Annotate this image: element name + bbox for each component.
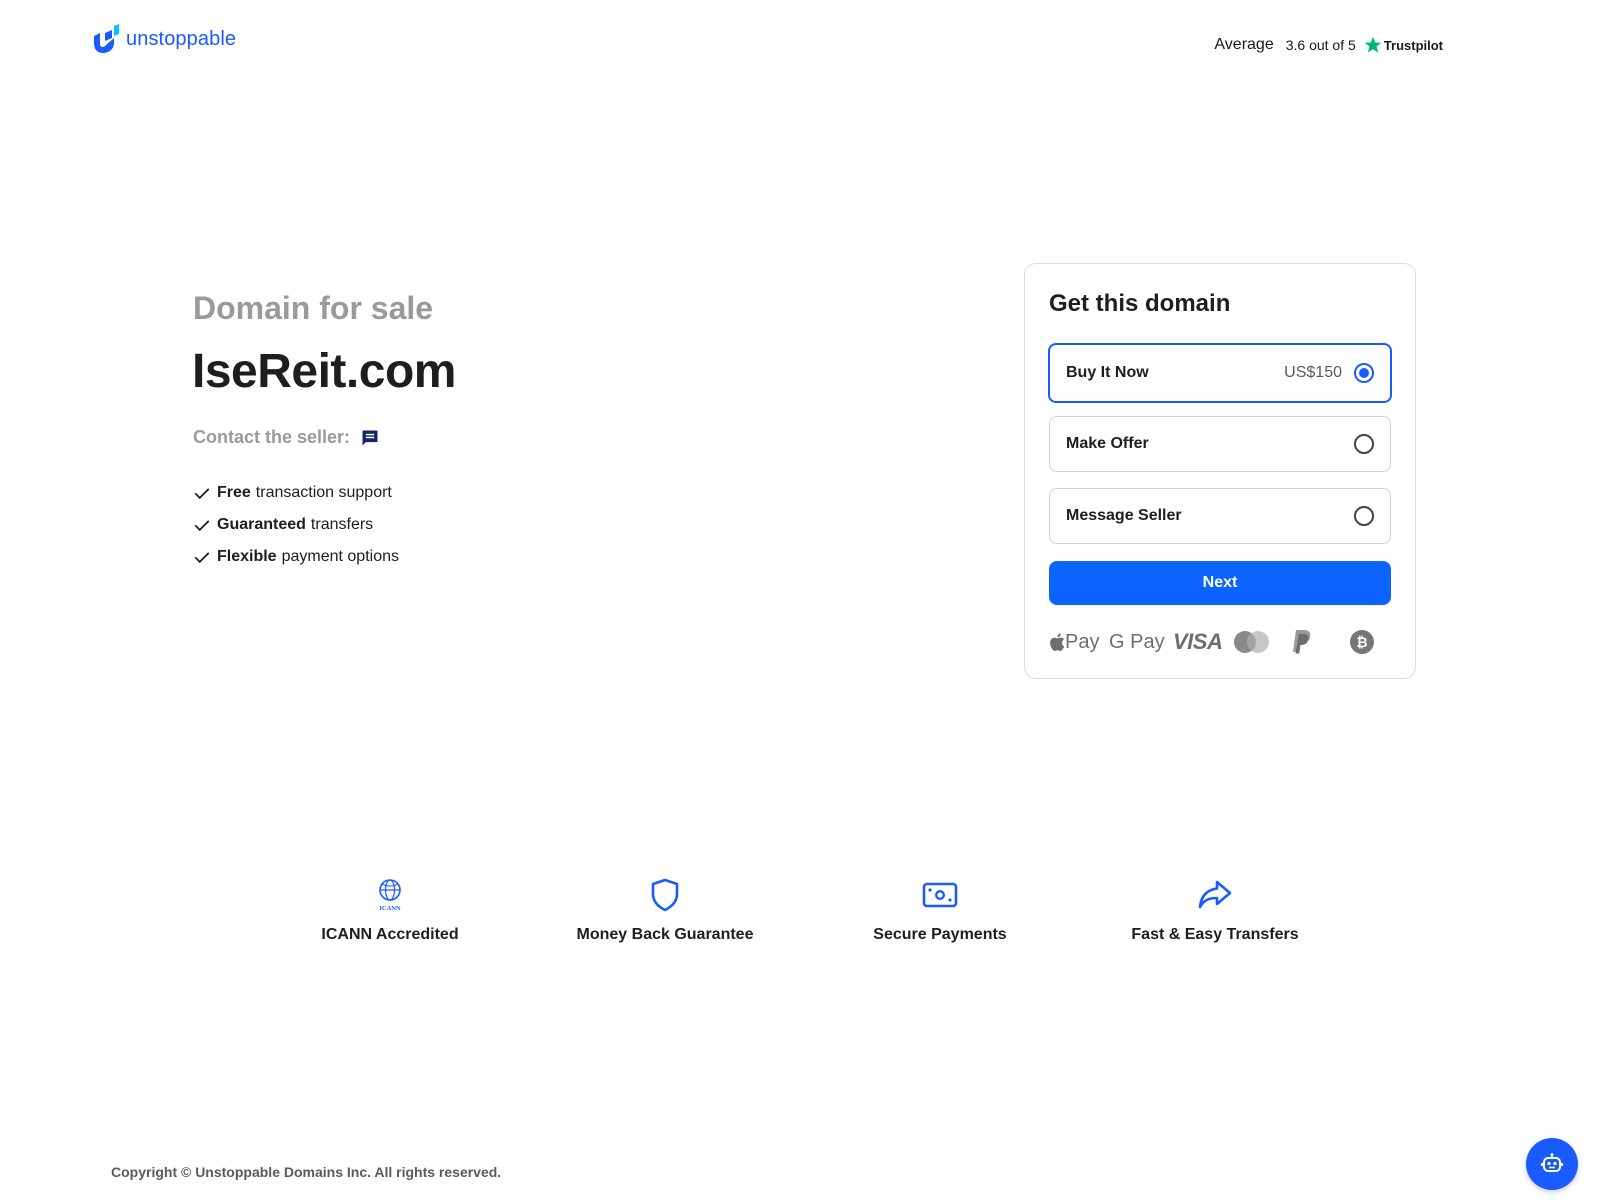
feature-text: transfers	[310, 516, 374, 533]
shield-icon	[650, 878, 680, 912]
payment-methods: Pay G Pay VISA ₿	[1049, 627, 1379, 657]
visa-text: VISA	[1173, 629, 1223, 654]
bitcoin-icon: ₿	[1349, 629, 1379, 655]
trust-icann: ICANN ICANN Accredited	[260, 878, 520, 944]
icann-icon: ICANN	[373, 878, 407, 912]
card-title: Get this domain	[1049, 290, 1231, 317]
cash-icon	[922, 878, 958, 912]
trust-money-back: Money Back Guarantee	[535, 878, 795, 944]
feature-bold: Guaranteed	[217, 516, 306, 533]
share-arrow-icon	[1197, 878, 1233, 912]
chat-icon[interactable]	[360, 428, 380, 448]
paypal-icon	[1291, 629, 1349, 655]
radio-button[interactable]	[1354, 506, 1374, 526]
option-make-offer[interactable]: Make Offer	[1049, 416, 1391, 472]
feature-bold: Flexible	[217, 548, 277, 565]
check-icon	[194, 520, 210, 532]
trustpilot-star-icon	[1364, 36, 1382, 53]
copyright: Copyright © Unstoppable Domains Inc. All…	[111, 1164, 502, 1180]
trust-label: Secure Payments	[873, 926, 1007, 943]
mastercard-icon	[1233, 630, 1291, 654]
option-label: Buy It Now	[1066, 364, 1149, 381]
domain-name: IseReit.com	[192, 345, 456, 398]
feature-text: payment options	[281, 548, 399, 565]
page-subtitle: Domain for sale	[193, 290, 434, 326]
svg-text:₿: ₿	[1356, 634, 1367, 650]
contact-seller-label: Contact the seller:	[193, 427, 351, 447]
option-price: US$150	[1284, 364, 1342, 381]
feature-item: Free transaction support	[193, 477, 399, 509]
rating-label: Average	[1214, 36, 1274, 53]
robot-icon	[1541, 1153, 1563, 1172]
trust-fast-transfers: Fast & Easy Transfers	[1085, 878, 1345, 944]
feature-bold: Free	[217, 484, 251, 501]
feature-text: transaction support	[255, 484, 392, 501]
trust-secure-payments: Secure Payments	[810, 878, 1070, 944]
google-pay-icon: G Pay	[1109, 631, 1171, 654]
google-pay-text: G Pay	[1109, 630, 1165, 653]
apple-pay-text: Pay	[1065, 630, 1100, 653]
radio-button[interactable]	[1354, 434, 1374, 454]
logo[interactable]: unstoppable	[92, 24, 236, 54]
logo-text: unstoppable	[126, 27, 237, 50]
apple-pay-icon: Pay	[1049, 631, 1107, 654]
option-message-seller[interactable]: Message Seller	[1049, 488, 1391, 544]
next-button[interactable]: Next	[1049, 561, 1391, 605]
check-icon	[194, 488, 210, 500]
trust-label: Money Back Guarantee	[576, 926, 754, 943]
purchase-card: Get this domain Buy It Now US$150 Make O…	[1024, 263, 1416, 679]
option-label: Make Offer	[1066, 435, 1149, 452]
logo-mark-icon	[94, 24, 119, 53]
check-icon	[194, 552, 210, 564]
feature-item: Flexible payment options	[193, 541, 399, 573]
icann-text: ICANN	[379, 905, 401, 912]
trust-label: Fast & Easy Transfers	[1131, 926, 1299, 943]
trust-label: ICANN Accredited	[321, 926, 459, 943]
rating-score: 3.6 out of 5	[1285, 37, 1356, 53]
option-label: Message Seller	[1066, 507, 1182, 524]
feature-item: Guaranteed transfers	[193, 509, 399, 541]
option-buy-it-now[interactable]: Buy It Now US$150	[1048, 343, 1392, 403]
trustpilot-rating[interactable]: Average 3.6 out of 5 Trustpilot	[1214, 36, 1443, 54]
visa-icon: VISA	[1173, 629, 1233, 655]
feature-list: Free transaction support Guaranteed tran…	[193, 477, 399, 573]
trustpilot-name: Trustpilot	[1383, 37, 1443, 53]
chatbot-button[interactable]	[1526, 1138, 1578, 1190]
radio-button[interactable]	[1354, 363, 1374, 383]
contact-seller: Contact the seller:	[193, 427, 380, 448]
apple-icon	[1050, 632, 1065, 651]
